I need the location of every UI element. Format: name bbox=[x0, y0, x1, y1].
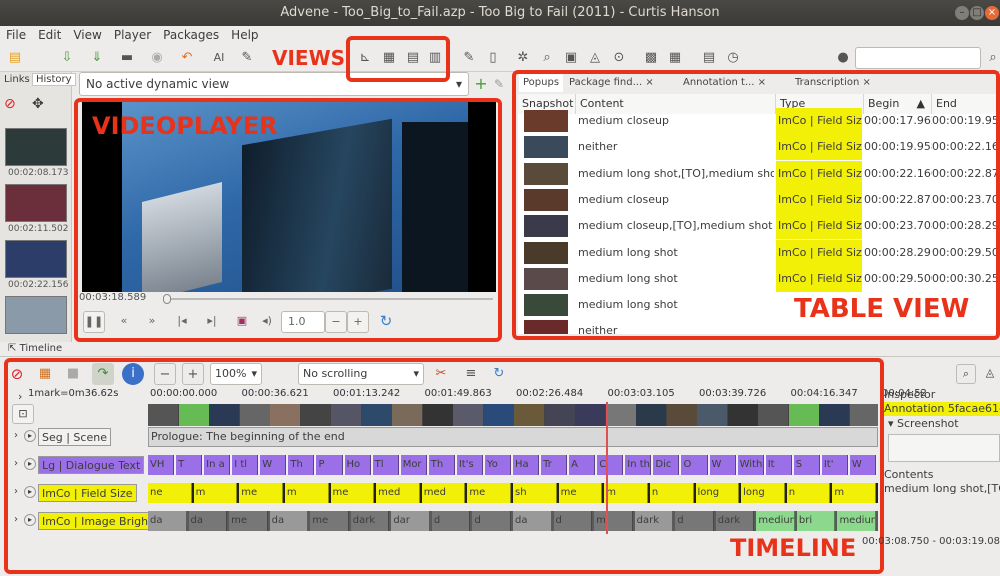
search-view-icon[interactable]: ⊙ bbox=[608, 47, 630, 69]
minimize-icon[interactable]: – bbox=[955, 6, 969, 20]
player-time: 00:03:18.589 bbox=[79, 292, 147, 303]
tag-icon[interactable]: ◬ bbox=[982, 364, 998, 384]
rewind-icon[interactable]: « bbox=[113, 311, 135, 333]
selection-time-range: 00:03:08.750 - 00:03:19.083 bbox=[862, 536, 1000, 547]
pause-icon[interactable]: ❚❚ bbox=[83, 311, 105, 333]
pin-icon: ⇱ bbox=[8, 343, 17, 354]
rate-increase-button[interactable]: + bbox=[347, 311, 369, 333]
thumbnail-time: 00:02:08.173 bbox=[8, 168, 69, 178]
inspector-panel: Inspector Annotation 5facae61- ▾ Screens… bbox=[884, 388, 1000, 548]
search-input[interactable] bbox=[855, 47, 981, 69]
close-icon[interactable]: × bbox=[985, 6, 999, 20]
record-icon[interactable]: ● bbox=[832, 47, 854, 69]
disc-icon[interactable]: ◉ bbox=[146, 47, 168, 69]
screenshot-expander[interactable]: ▾ Screenshot bbox=[884, 416, 1000, 432]
contents-value: medium long shot,[TO bbox=[884, 482, 1000, 495]
navigate-icon[interactable]: ✥ bbox=[32, 96, 44, 112]
thumbnail-time: 00:02:11.502 bbox=[8, 224, 69, 234]
tab-timeline[interactable]: ⇱ Timeline bbox=[0, 341, 70, 357]
history-thumbnail[interactable] bbox=[5, 184, 67, 222]
window-title: Advene - Too_Big_to_Fail.azp - Too Big t… bbox=[280, 5, 720, 20]
tag-icon[interactable]: ◬ bbox=[584, 47, 606, 69]
views-label: VIEWS bbox=[272, 46, 346, 70]
new-package-icon[interactable]: ▤ bbox=[4, 47, 26, 69]
rate-decrease-button[interactable]: − bbox=[325, 311, 347, 333]
history-thumbnail[interactable] bbox=[5, 128, 67, 166]
maximize-icon[interactable]: □ bbox=[970, 6, 984, 20]
edit-view-icon[interactable]: ✎ bbox=[458, 47, 480, 69]
table-view-highlight bbox=[512, 70, 1000, 340]
undo-icon[interactable]: ↶ bbox=[176, 47, 198, 69]
views-highlight bbox=[346, 36, 450, 82]
dynamic-view-label: No active dynamic view bbox=[86, 77, 230, 91]
search-icon[interactable]: ⌕ bbox=[982, 47, 1000, 69]
list-icon[interactable]: ▤ bbox=[698, 47, 720, 69]
video-view-icon[interactable]: ▩ bbox=[640, 47, 662, 69]
previous-frame-icon[interactable]: |◂ bbox=[171, 311, 193, 333]
window-title-bar: Advene - Too_Big_to_Fail.azp - Too Big t… bbox=[0, 0, 1000, 26]
rate-input[interactable]: 1.0 bbox=[281, 311, 325, 333]
menu-view[interactable]: View bbox=[67, 26, 107, 44]
scrub-handle[interactable] bbox=[163, 294, 171, 304]
volume-icon[interactable]: ◂) bbox=[259, 311, 275, 333]
scrub-track[interactable] bbox=[163, 298, 493, 300]
find-icon[interactable]: ⌕ bbox=[536, 47, 558, 69]
menu-player[interactable]: Player bbox=[108, 26, 157, 44]
book-view-icon[interactable]: ▯ bbox=[482, 47, 504, 69]
contents-label: Contents bbox=[884, 468, 934, 481]
layout-icon[interactable]: ▦ bbox=[664, 47, 686, 69]
font-icon[interactable]: AI bbox=[208, 47, 230, 69]
main-toolbar: ▤ ⇩ ⇓ ▬ ◉ ↶ AI ✎ VIEWS ⊾ ▦ ▤ ▥ ✎ ▯ ✲ ⌕ ▣… bbox=[0, 44, 1000, 72]
open-icon[interactable]: ⇩ bbox=[56, 47, 78, 69]
tab-label: Timeline bbox=[19, 343, 63, 354]
menu-file[interactable]: File bbox=[0, 26, 32, 44]
inspector-annotation-id: Annotation 5facae61- bbox=[884, 402, 1000, 416]
search-icon[interactable]: ⌕ bbox=[956, 364, 976, 384]
history-thumbnail[interactable] bbox=[5, 296, 67, 334]
history-thumbnail[interactable] bbox=[5, 240, 67, 278]
menu-edit[interactable]: Edit bbox=[32, 26, 67, 44]
thumbnail-time: 00:02:22.156 bbox=[8, 280, 69, 290]
tab-links[interactable]: Links bbox=[4, 74, 30, 85]
clock-icon[interactable]: ◷ bbox=[722, 47, 744, 69]
player-controls: ❚❚ « » |◂ ▸| ▣ ◂) 1.0 − + ↻ bbox=[79, 308, 497, 338]
screenshot-box bbox=[888, 434, 1000, 462]
edit-view-icon[interactable]: ✎ bbox=[494, 75, 510, 93]
fullscreen-icon[interactable]: ▣ bbox=[231, 311, 253, 333]
menu-bar: File Edit View Player Packages Help bbox=[0, 26, 1000, 44]
montage-icon[interactable]: ▣ bbox=[560, 47, 582, 69]
tab-history[interactable]: History bbox=[32, 73, 76, 86]
inspector-title: Inspector bbox=[884, 388, 936, 401]
clear-icon[interactable]: ⊘ bbox=[4, 96, 16, 112]
save-icon[interactable]: ⇓ bbox=[86, 47, 108, 69]
refresh-icon[interactable]: ↻ bbox=[375, 311, 397, 333]
history-panel: Links History ⊘ ✥ 00:02:08.173 00:02:11.… bbox=[0, 72, 76, 342]
forward-icon[interactable]: » bbox=[141, 311, 163, 333]
screenshot-label: Screenshot bbox=[897, 417, 959, 430]
add-view-icon[interactable]: + bbox=[472, 75, 490, 93]
next-frame-icon[interactable]: ▸| bbox=[201, 311, 223, 333]
folder-icon[interactable]: ▬ bbox=[116, 47, 138, 69]
tree-view-icon[interactable]: ✲ bbox=[512, 47, 534, 69]
menu-packages[interactable]: Packages bbox=[157, 26, 225, 44]
divider bbox=[0, 356, 1000, 357]
chevron-down-icon: ▾ bbox=[455, 77, 462, 91]
timeline-highlight bbox=[4, 358, 884, 574]
player-scrubber[interactable]: 00:03:18.589 bbox=[79, 292, 497, 306]
pen-icon[interactable]: ✎ bbox=[236, 47, 258, 69]
menu-help[interactable]: Help bbox=[225, 26, 264, 44]
